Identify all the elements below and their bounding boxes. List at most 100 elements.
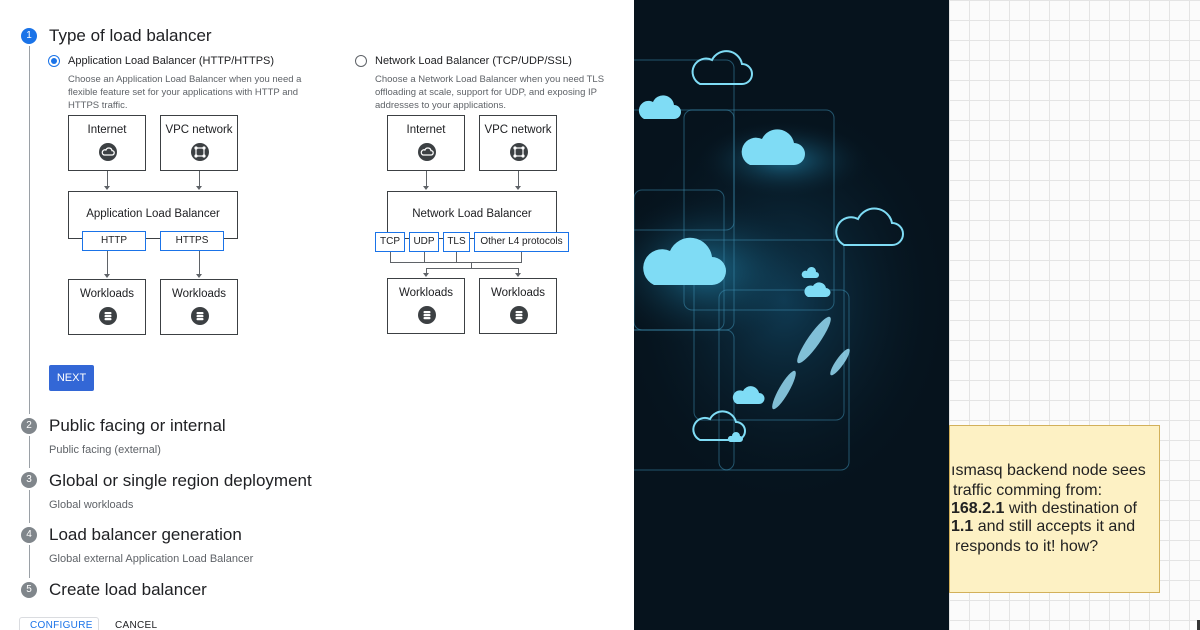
arrow-down-icon [515, 273, 521, 277]
arrow-down-icon [196, 274, 202, 278]
udp-protocol-pill: UDP [409, 232, 439, 252]
step-connector [29, 46, 30, 414]
network-icon [510, 143, 528, 161]
step-connector [29, 545, 30, 578]
note-ip-1: 168.2.1 [951, 500, 1005, 517]
workloads-box: Workloads [479, 278, 557, 334]
other-l4-protocol-pill: Other L4 protocols [474, 232, 569, 252]
internet-box: Internet [387, 115, 465, 171]
tls-protocol-pill: TLS [443, 232, 470, 252]
application-lb-diagram: Internet VPC network Application Load Ba… [68, 115, 240, 337]
step-2-badge: 2 [21, 418, 37, 434]
workloads-label: Workloads [490, 287, 546, 299]
step-5-title[interactable]: Create load balancer [49, 580, 207, 600]
note-text: with destination of [1004, 500, 1137, 517]
database-icon [191, 307, 209, 325]
connector [456, 252, 457, 262]
arrow-down-icon [515, 186, 521, 190]
vpc-network-box: VPC network [160, 115, 238, 171]
note-ip-2: 1.1 [951, 518, 974, 535]
workloads-box: Workloads [387, 278, 465, 334]
network-lb-box-label: Network Load Balancer [412, 208, 532, 220]
vpc-network-label: VPC network [484, 124, 552, 136]
database-icon [99, 307, 117, 325]
workloads-box: Workloads [160, 279, 238, 335]
step-connector [29, 490, 30, 523]
https-protocol-pill: HTTPS [160, 231, 224, 251]
step-3-subtitle: Global workloads [49, 499, 134, 511]
cloud-network-illustration [634, 0, 949, 630]
database-icon [418, 306, 436, 324]
desc-line: Choose a Network Load Balancer when you … [375, 74, 605, 85]
connector [107, 251, 108, 275]
cancel-button[interactable]: CANCEL [115, 620, 157, 630]
workloads-box: Workloads [68, 279, 146, 335]
desc-line: offloading at scale, support for UDP, an… [375, 87, 597, 98]
note-line-4: 1.1 and still accepts it and [951, 518, 1135, 536]
desc-line: Choose an Application Load Balancer when… [68, 74, 302, 85]
note-text: and still accepts it and [973, 518, 1136, 535]
step-5-badge: 5 [21, 582, 37, 598]
connector [426, 268, 519, 269]
connector [424, 252, 425, 262]
database-icon [510, 306, 528, 324]
connector [518, 171, 519, 187]
step-1-title[interactable]: Type of load balancer [49, 26, 212, 46]
step-4-title[interactable]: Load balancer generation [49, 525, 242, 545]
network-art [634, 50, 949, 510]
arrow-down-icon [423, 273, 429, 277]
application-lb-box-label: Application Load Balancer [86, 208, 220, 220]
arrow-down-icon [104, 186, 110, 190]
diagram-canvas: ısmasq backend node sees traffic comming… [949, 0, 1200, 630]
note-line-2: traffic comming from: [953, 482, 1103, 499]
desc-line: HTTPS traffic. [68, 100, 128, 111]
workloads-label: Workloads [171, 288, 227, 300]
step-1-badge: 1 [21, 28, 37, 44]
next-button[interactable]: NEXT [49, 365, 94, 391]
application-lb-description: Choose an Application Load Balancer when… [68, 73, 318, 112]
step-2-subtitle: Public facing (external) [49, 444, 161, 456]
step-4-badge: 4 [21, 527, 37, 543]
tcp-protocol-pill: TCP [375, 232, 405, 252]
workloads-label: Workloads [79, 288, 135, 300]
internet-label: Internet [87, 124, 127, 136]
network-lb-description: Choose a Network Load Balancer when you … [375, 73, 625, 112]
configure-button[interactable]: CONFIGURE [30, 620, 93, 630]
step-3-badge: 3 [21, 472, 37, 488]
network-icon [191, 143, 209, 161]
connector [199, 171, 200, 187]
internet-label: Internet [406, 124, 446, 136]
vpc-network-label: VPC network [165, 124, 233, 136]
cloud-icon [99, 143, 117, 161]
step-4-subtitle: Global external Application Load Balance… [49, 553, 254, 565]
step-connector [29, 436, 30, 468]
desc-line: addresses to your applications. [375, 100, 506, 111]
arrow-down-icon [196, 186, 202, 190]
connector [199, 251, 200, 275]
note-box[interactable]: ısmasq backend node sees traffic comming… [949, 425, 1160, 593]
arrow-down-icon [104, 274, 110, 278]
network-lb-diagram: Internet VPC network Network Load Balanc… [373, 115, 573, 337]
http-protocol-pill: HTTP [82, 231, 146, 251]
connector [390, 262, 522, 263]
step-2-title[interactable]: Public facing or internal [49, 416, 226, 436]
note-line-1: ısmasq backend node sees [951, 462, 1146, 479]
workloads-label: Workloads [398, 287, 454, 299]
application-lb-label[interactable]: Application Load Balancer (HTTP/HTTPS) [68, 55, 274, 67]
vpc-network-box: VPC network [479, 115, 557, 171]
note-line-3: 168.2.1 with destination of [951, 500, 1137, 518]
connector [390, 252, 391, 262]
cloud-icon [418, 143, 436, 161]
internet-box: Internet [68, 115, 146, 171]
arrow-down-icon [423, 186, 429, 190]
connector [107, 171, 108, 187]
note-line-5: responds to it! how? [955, 538, 1099, 555]
load-balancer-wizard: 1 Type of load balancer Application Load… [0, 0, 634, 630]
application-lb-radio[interactable] [48, 55, 60, 67]
desc-line: flexible feature set for your applicatio… [68, 87, 299, 98]
step-3-title[interactable]: Global or single region deployment [49, 471, 312, 491]
network-lb-radio[interactable] [355, 55, 367, 67]
connector [426, 171, 427, 187]
connector [521, 252, 522, 262]
network-lb-label[interactable]: Network Load Balancer (TCP/UDP/SSL) [375, 55, 572, 67]
